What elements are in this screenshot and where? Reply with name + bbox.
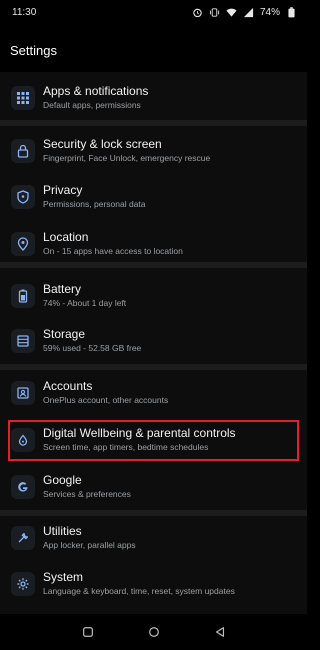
gear-icon [11, 572, 35, 596]
google-icon [11, 475, 35, 499]
lock-icon [11, 139, 35, 163]
item-subtitle: On - 15 apps have access to location [43, 246, 183, 256]
home-icon[interactable] [147, 625, 161, 639]
battery-icon [286, 6, 297, 18]
settings-item-privacy[interactable]: Privacy Permissions, personal data [0, 179, 307, 223]
grid-icon [11, 86, 35, 110]
item-subtitle: Language & keyboard, time, reset, system… [43, 586, 235, 596]
back-icon[interactable] [213, 625, 227, 639]
signal-icon [243, 7, 254, 18]
location-icon [11, 232, 35, 256]
item-subtitle: 59% used - 52.58 GB free [43, 343, 142, 353]
settings-item-storage[interactable]: Storage 59% used - 52.58 GB free [0, 323, 307, 367]
highlight-box [8, 420, 299, 461]
shield-icon [11, 185, 35, 209]
settings-item-apps-notifications[interactable]: Apps & notifications Default apps, permi… [0, 80, 307, 124]
wifi-icon [226, 7, 237, 18]
item-title: Security & lock screen [43, 137, 162, 151]
settings-item-security-lock-screen[interactable]: Security & lock screen Fingerprint, Face… [0, 133, 307, 177]
settings-item-google[interactable]: Google Services & preferences [0, 469, 307, 513]
status-time: 11:30 [12, 6, 37, 18]
utilities-icon [11, 526, 35, 550]
storage-icon [11, 329, 35, 353]
item-title: System [43, 570, 84, 584]
alarm-icon [192, 7, 203, 18]
item-subtitle: App locker, parallel apps [43, 540, 136, 550]
item-subtitle: Permissions, personal data [43, 199, 146, 209]
item-subtitle: Default apps, permissions [43, 100, 141, 110]
item-title: Battery [43, 282, 82, 296]
page-title: Settings [10, 43, 57, 58]
settings-item-utilities[interactable]: Utilities App locker, parallel apps [0, 520, 307, 564]
settings-item-system[interactable]: System Language & keyboard, time, reset,… [0, 566, 307, 610]
item-subtitle: OnePlus account, other accounts [43, 395, 169, 405]
item-title: Storage [43, 327, 86, 341]
battery-percentage: 74% [259, 6, 280, 18]
settings-item-accounts[interactable]: Accounts OnePlus account, other accounts [0, 375, 307, 419]
item-subtitle: 74% - About 1 day left [43, 298, 127, 308]
item-subtitle: Fingerprint, Face Unlock, emergency resc… [43, 153, 211, 163]
item-title: Accounts [43, 379, 93, 393]
navigation-bar [0, 614, 307, 650]
item-title: Privacy [43, 183, 83, 197]
item-title: Location [43, 230, 89, 244]
item-title: Apps & notifications [43, 84, 149, 98]
battery-icon [11, 284, 35, 308]
item-subtitle: Services & preferences [43, 489, 131, 499]
status-bar: 11:30 74% [0, 0, 307, 24]
item-title: Google [43, 473, 82, 487]
account-icon [11, 381, 35, 405]
settings-item-battery[interactable]: Battery 74% - About 1 day left [0, 278, 307, 322]
status-icons: 74% [192, 7, 297, 18]
settings-item-location[interactable]: Location On - 15 apps have access to loc… [0, 226, 307, 270]
vibrate-icon [209, 7, 220, 18]
item-title: Utilities [43, 524, 82, 538]
recents-icon[interactable] [81, 625, 95, 639]
